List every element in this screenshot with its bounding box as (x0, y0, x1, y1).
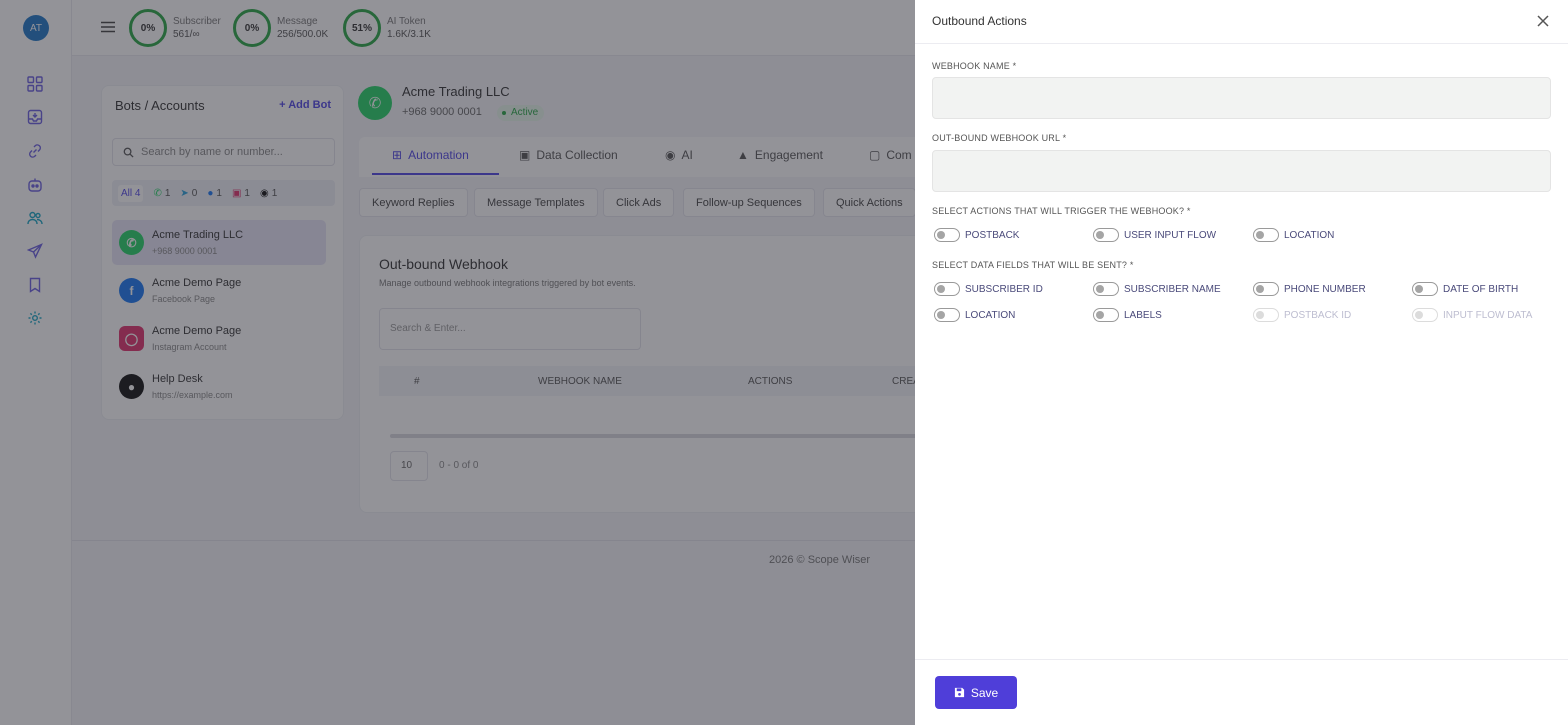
toggle-label: DATE OF BIRTH (1443, 283, 1519, 295)
toggle-switch[interactable] (1253, 228, 1279, 242)
field-toggle-date-of-birth[interactable]: DATE OF BIRTH (1412, 282, 1518, 296)
field-toggle-location[interactable]: LOCATION (934, 308, 1015, 322)
toggle-label: LOCATION (965, 309, 1016, 321)
toggle-switch[interactable] (1093, 282, 1119, 296)
toggle-label: LABELS (1124, 309, 1162, 321)
drawer-footer-divider (915, 659, 1568, 660)
outbound-actions-drawer: Outbound Actions WEBHOOK NAME * OUT-BOUN… (915, 0, 1568, 725)
data-fields-label: SELECT DATA FIELDS THAT WILL BE SENT? * (932, 260, 1134, 270)
toggle-switch (1253, 308, 1279, 322)
drawer-title: Outbound Actions (932, 14, 1027, 28)
webhook-url-label: OUT-BOUND WEBHOOK URL * (932, 133, 1067, 143)
webhook-name-label: WEBHOOK NAME * (932, 61, 1017, 71)
toggle-switch[interactable] (1093, 308, 1119, 322)
trigger-toggle-user-input-flow[interactable]: USER INPUT FLOW (1093, 228, 1216, 242)
save-icon (954, 687, 964, 698)
toggle-switch[interactable] (934, 282, 960, 296)
toggle-switch[interactable] (1253, 282, 1279, 296)
toggle-switch (1412, 308, 1438, 322)
trigger-toggle-location[interactable]: LOCATION (1253, 228, 1334, 242)
save-button[interactable]: Save (935, 676, 1017, 709)
toggle-switch[interactable] (934, 308, 960, 322)
field-toggle-phone-number[interactable]: PHONE NUMBER (1253, 282, 1366, 296)
trigger-actions-label: SELECT ACTIONS THAT WILL TRIGGER THE WEB… (932, 206, 1191, 216)
toggle-label: SUBSCRIBER ID (965, 283, 1043, 295)
toggle-label: USER INPUT FLOW (1124, 229, 1217, 241)
toggle-label: POSTBACK (965, 229, 1020, 241)
field-toggle-subscriber-id[interactable]: SUBSCRIBER ID (934, 282, 1043, 296)
field-toggle-subscriber-name[interactable]: SUBSCRIBER NAME (1093, 282, 1221, 296)
toggle-label: LOCATION (1284, 229, 1335, 241)
toggle-switch[interactable] (1412, 282, 1438, 296)
save-label: Save (970, 685, 999, 700)
toggle-switch[interactable] (934, 228, 960, 242)
close-icon[interactable] (1536, 14, 1550, 28)
drawer-header-divider (915, 43, 1568, 44)
toggle-label: PHONE NUMBER (1284, 283, 1366, 295)
toggle-label: SUBSCRIBER NAME (1124, 283, 1221, 295)
toggle-label: INPUT FLOW DATA (1443, 309, 1533, 321)
webhook-url-input[interactable] (932, 150, 1551, 192)
field-toggle-postback-id: POSTBACK ID (1253, 308, 1351, 322)
field-toggle-labels[interactable]: LABELS (1093, 308, 1162, 322)
webhook-name-input[interactable] (932, 77, 1551, 119)
toggle-label: POSTBACK ID (1284, 309, 1352, 321)
trigger-toggle-postback[interactable]: POSTBACK (934, 228, 1019, 242)
toggle-switch[interactable] (1093, 228, 1119, 242)
field-toggle-input-flow-data: INPUT FLOW DATA (1412, 308, 1532, 322)
